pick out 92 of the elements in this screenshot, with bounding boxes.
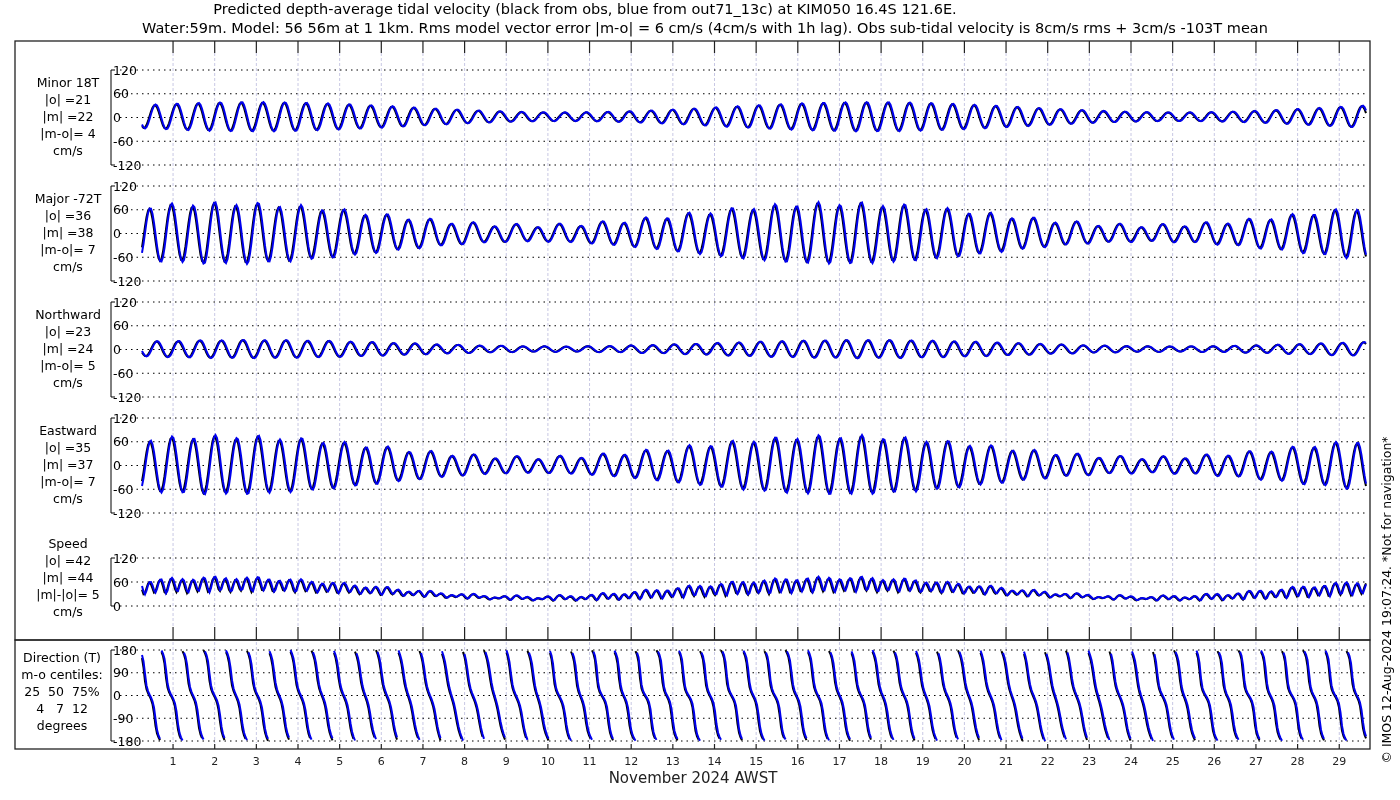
y-tick-label: -180 <box>113 733 142 749</box>
panel-label: |o| =35 <box>44 440 92 455</box>
x-tick-label: 23 <box>1082 755 1097 768</box>
y-tick-label: -60 <box>113 481 134 497</box>
x-tick-label: 12 <box>624 755 639 768</box>
panel-label: |m-o|= 7 <box>40 474 96 489</box>
copyright-note: © IMOS 12-Aug-2024 19:07:24. *Not for navigation* <box>1379 436 1394 764</box>
y-tick-label: 0 <box>113 688 121 703</box>
y-tick-label: -60 <box>113 133 134 149</box>
x-tick-label: 26 <box>1207 755 1222 768</box>
x-tick-label: 20 <box>957 755 972 768</box>
x-tick-label: 14 <box>707 755 722 768</box>
y-tick-label: 0 <box>113 226 121 241</box>
panel-label: cm/s <box>53 143 83 158</box>
panel-label: |m| =24 <box>42 341 94 356</box>
x-tick-label: 11 <box>582 755 597 768</box>
figure-title: Water:59m. Model: 56 56m at 1 1km. Rms model vector error |m-o| = 6 cm/s (4cm/s with 1h lag). Obs sub-tidal velocity is 8cm/s rms + 3cm/s -103T mean <box>142 20 1268 36</box>
x-tick-label: 19 <box>915 755 930 768</box>
x-tick-label: 29 <box>1332 755 1347 768</box>
x-tick-label: 27 <box>1248 755 1263 768</box>
x-tick-label: 1 <box>169 755 177 768</box>
panel-label: |m| =38 <box>42 225 94 240</box>
x-tick-label: 2 <box>211 755 219 768</box>
x-tick-label: 16 <box>790 755 805 768</box>
y-tick-label: 60 <box>113 86 129 102</box>
y-tick-label: -90 <box>113 710 134 726</box>
y-tick-label: -120 <box>113 505 142 521</box>
panel-label: Northward <box>35 307 101 322</box>
y-axis-line <box>110 557 116 607</box>
x-tick-label: 24 <box>1124 755 1138 768</box>
x-tick-label: 7 <box>419 755 427 768</box>
panel-label: |m|-|o|= 5 <box>36 587 100 602</box>
x-tick-label: 3 <box>252 755 260 768</box>
y-tick-label: 60 <box>113 574 129 590</box>
x-tick-label: 6 <box>377 755 385 768</box>
y-tick-label: 120 <box>113 410 137 426</box>
x-tick-label: 10 <box>540 755 555 768</box>
panel-label: |o| =23 <box>44 324 92 339</box>
y-tick-label: 0 <box>113 598 121 614</box>
panel-label: |m-o|= 7 <box>40 242 96 257</box>
y-tick-label: 60 <box>113 434 129 450</box>
panel-label: |m-o|= 4 <box>40 126 96 141</box>
x-tick-label: 22 <box>1040 755 1055 768</box>
x-tick-label: 21 <box>999 755 1014 768</box>
y-tick-label: -60 <box>113 365 134 381</box>
y-tick-label: 120 <box>113 550 137 566</box>
panel-label: degrees <box>36 718 88 733</box>
y-tick-label: 60 <box>113 318 129 334</box>
y-tick-label: -120 <box>113 273 142 289</box>
x-tick-label: 13 <box>665 755 680 768</box>
y-tick-label: 90 <box>113 665 129 681</box>
panel-label: Direction (T) <box>23 650 101 665</box>
x-tick-label: 17 <box>832 755 847 768</box>
panel-label: cm/s <box>53 259 83 274</box>
y-tick-label: 0 <box>113 458 121 473</box>
panel-label: Major -72T <box>34 191 102 206</box>
panel-label: |m| =44 <box>42 570 94 585</box>
y-tick-label: 120 <box>113 178 137 194</box>
panel-label: cm/s <box>53 375 83 390</box>
panel-label: |m| =37 <box>42 457 94 472</box>
panel-label: Minor 18T <box>36 75 100 90</box>
y-tick-label: 0 <box>113 110 121 125</box>
panel-label: cm/s <box>53 604 83 619</box>
panel-label: 25 50 75% <box>24 684 100 699</box>
panel-label: |m-o|= 5 <box>40 358 96 373</box>
x-axis-label: November 2024 AWST <box>608 769 778 787</box>
x-tick-label: 4 <box>294 755 302 768</box>
y-tick-label: -120 <box>113 389 142 405</box>
panel-label: cm/s <box>53 491 83 506</box>
panel-label: |m| =22 <box>42 109 94 124</box>
y-tick-label: -60 <box>113 249 134 265</box>
x-tick-label: 8 <box>461 755 469 768</box>
x-tick-label: 28 <box>1290 755 1305 768</box>
x-tick-label: 5 <box>336 755 344 768</box>
y-tick-label: 180 <box>113 642 137 658</box>
panel-label: |o| =21 <box>44 92 92 107</box>
panel-label: |o| =42 <box>44 553 92 568</box>
y-tick-label: 0 <box>113 342 121 357</box>
panel-label: 4 7 12 <box>36 701 88 716</box>
figure-title: Predicted depth-average tidal velocity (black from obs, blue from out71_13c) at KIM050 16.4S 121.6E. <box>213 1 957 17</box>
panel-label: Eastward <box>39 423 97 438</box>
x-tick-label: 15 <box>749 755 764 768</box>
x-tick-label: 18 <box>874 755 889 768</box>
y-tick-label: 120 <box>113 62 137 78</box>
x-tick-label: 25 <box>1165 755 1180 768</box>
x-tick-label: 9 <box>502 755 510 768</box>
panel-label: Speed <box>48 536 88 551</box>
panel-label: m-o centiles: <box>21 667 103 682</box>
panel-label: |o| =36 <box>44 208 92 223</box>
y-tick-label: 120 <box>113 294 137 310</box>
y-tick-label: 60 <box>113 202 129 218</box>
y-tick-label: -120 <box>113 157 142 173</box>
